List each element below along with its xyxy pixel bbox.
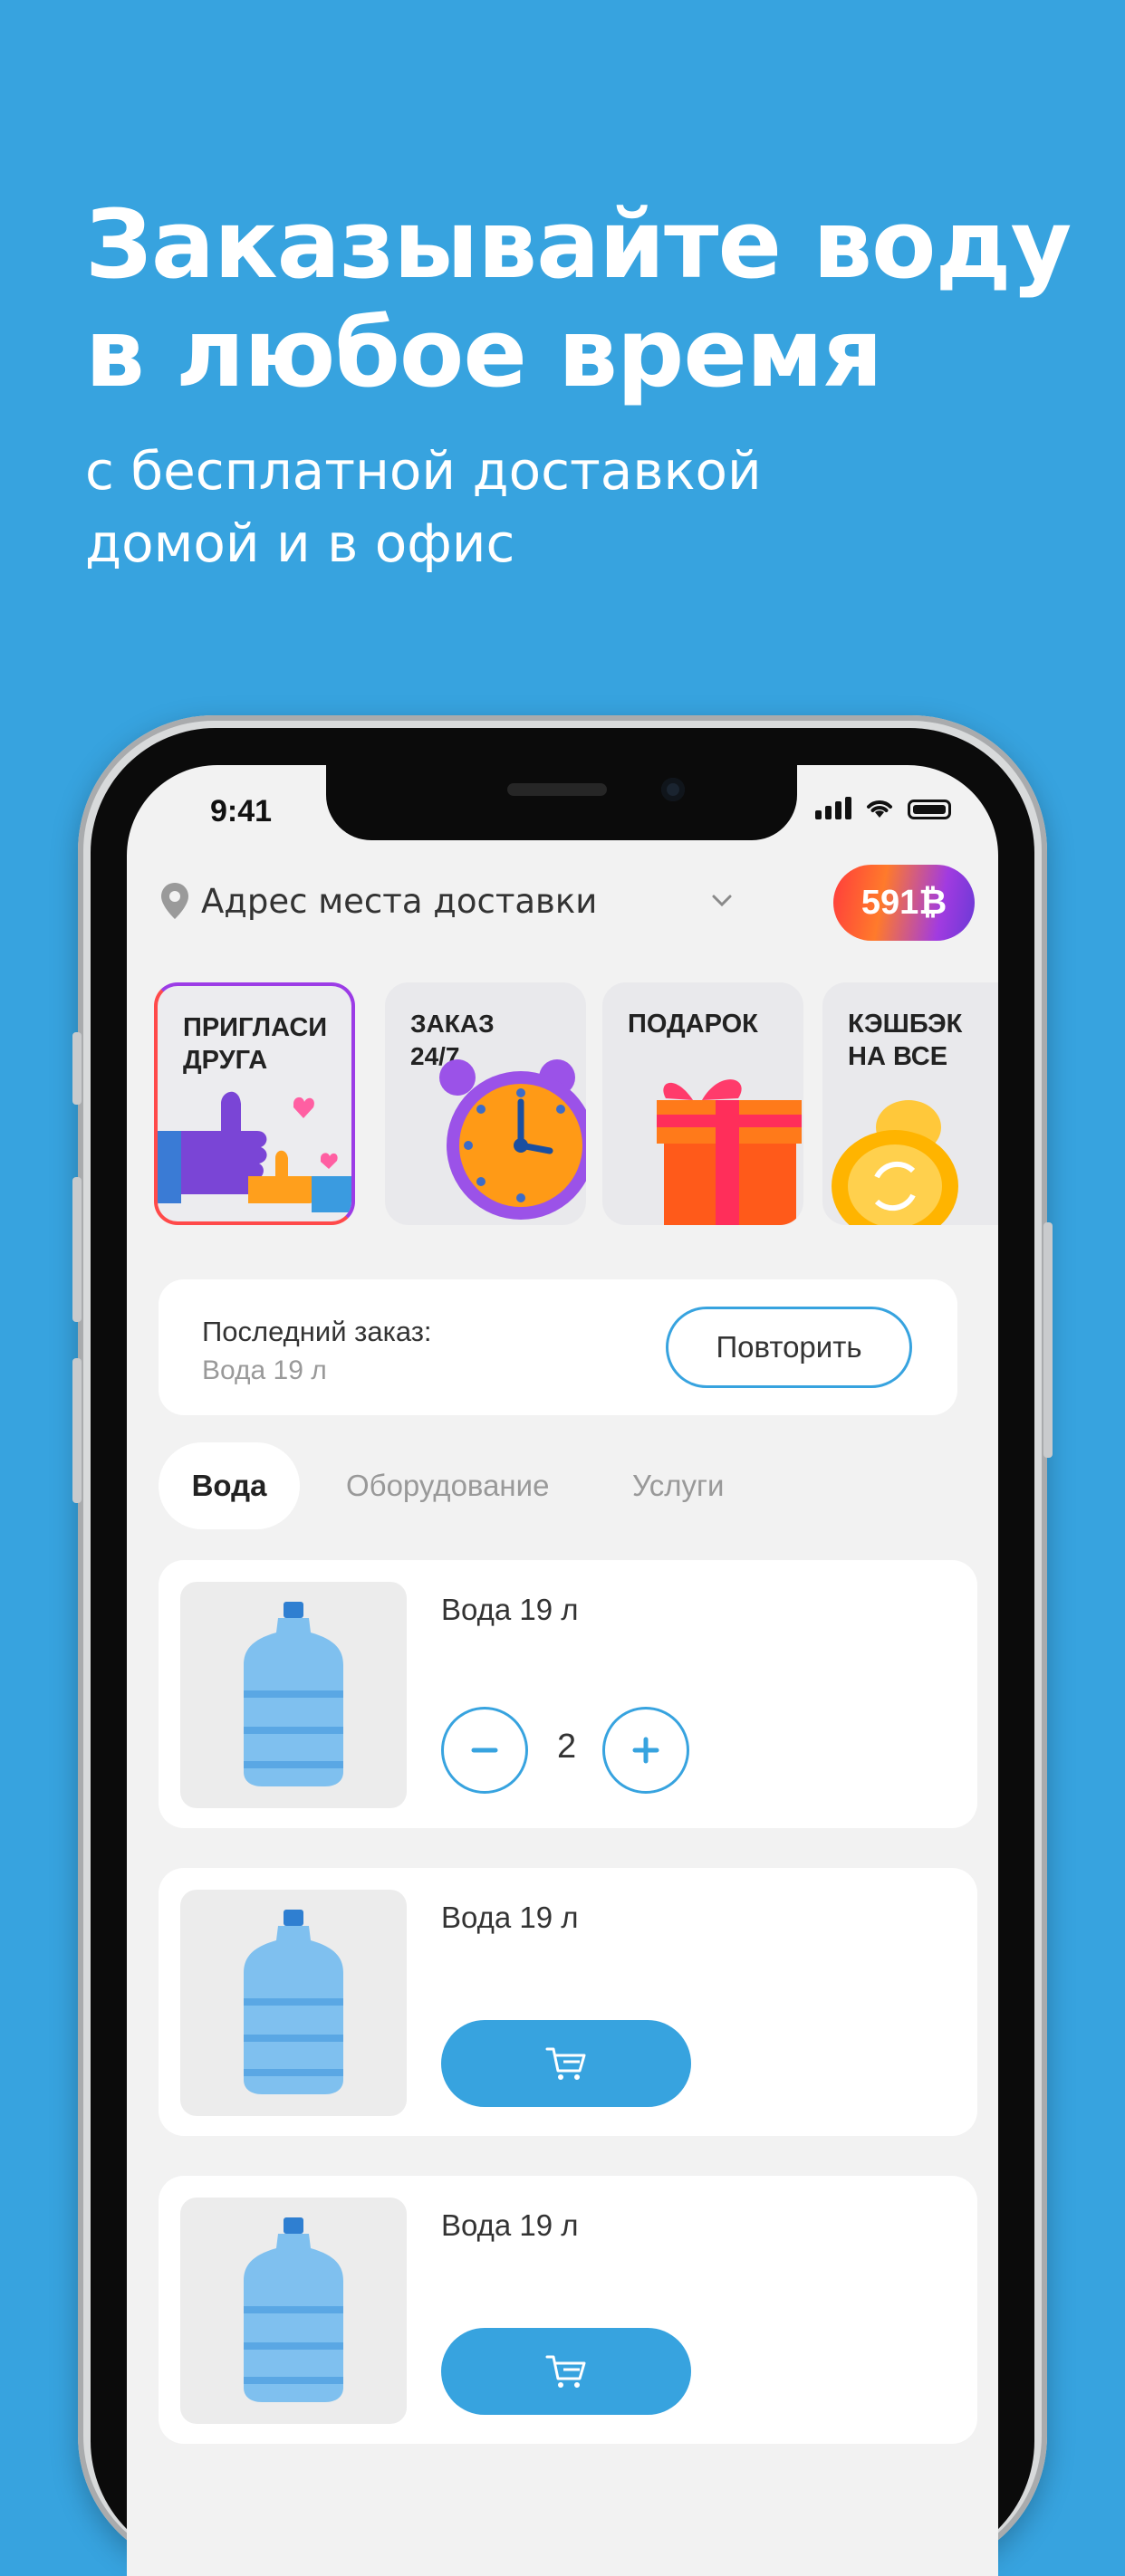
chevron-down-icon[interactable] — [707, 885, 737, 915]
coins-icon — [832, 1100, 958, 1225]
front-camera — [661, 778, 685, 801]
cart-icon — [545, 2355, 586, 2388]
product-card[interactable]: Вода 19 л — [159, 2176, 977, 2444]
gift-box-icon — [657, 1079, 802, 1225]
story-label: КЭШБЭК НА ВСЕ — [848, 1008, 962, 1073]
subline-line-1: с бесплатной доставкой — [85, 440, 762, 502]
story-label-line: ЗАКАЗ — [410, 1010, 495, 1038]
app-screen: 9:41 Адрес места доставки 591₿ ПРИГЛАСИ … — [127, 765, 998, 2576]
quantity-value: 2 — [557, 1728, 577, 1766]
story-label-line: ПОДАРОК — [628, 1010, 758, 1039]
status-time: 9:41 — [210, 794, 273, 828]
location-pin-icon — [161, 883, 188, 919]
product-name: Вода 19 л — [441, 1901, 579, 1934]
story-label-line: КЭШБЭК — [848, 1010, 963, 1039]
product-image — [180, 1890, 407, 2116]
volume-up-button — [72, 1177, 82, 1322]
water-bottle-icon — [244, 2217, 343, 2402]
cart-icon — [545, 2047, 586, 2080]
promo-headline: Заказывайте воду в любое время — [85, 190, 1082, 407]
tab-water[interactable]: Вода — [159, 1442, 300, 1529]
plus-icon — [632, 1737, 659, 1764]
add-to-cart-button[interactable] — [441, 2020, 691, 2107]
alarm-clock-icon — [439, 1059, 586, 1220]
story-label-line: ПРИГЛАСИ — [183, 1013, 328, 1042]
product-image — [180, 1582, 407, 1808]
wifi-icon — [867, 800, 892, 818]
cellular-signal-icon — [815, 797, 851, 819]
product-card[interactable]: Вода 19 л — [159, 1868, 977, 2136]
product-card[interactable]: Вода 19 л 2 — [159, 1560, 977, 1828]
tab-services[interactable]: Услуги — [632, 1442, 724, 1529]
add-to-cart-button[interactable] — [441, 2328, 691, 2415]
story-label: ПОДАРОК — [628, 1008, 758, 1040]
headline-line-2: в любое время — [85, 298, 883, 408]
last-order-item: Вода 19 л — [202, 1355, 327, 1385]
volume-down-button — [72, 1358, 82, 1503]
headline-line-1: Заказывайте воду — [85, 189, 1072, 300]
story-cashback[interactable]: КЭШБЭК НА ВСЕ — [822, 982, 998, 1225]
decrease-quantity-button[interactable] — [441, 1707, 528, 1794]
story-invite-friend[interactable]: ПРИГЛАСИ ДРУГА — [154, 982, 355, 1225]
battery-icon — [908, 800, 951, 819]
product-image — [180, 2198, 407, 2424]
water-bottle-icon — [244, 1602, 343, 1786]
story-label-line: НА ВСЕ — [848, 1042, 948, 1071]
repeat-order-button[interactable]: Повторить — [666, 1307, 912, 1388]
power-button — [1043, 1222, 1053, 1458]
status-icons — [815, 796, 951, 819]
last-order-title: Последний заказ: — [202, 1316, 432, 1347]
increase-quantity-button[interactable] — [602, 1707, 689, 1794]
minus-icon — [471, 1748, 498, 1753]
speaker — [507, 783, 607, 796]
product-name: Вода 19 л — [441, 2208, 579, 2242]
story-order-24-7[interactable]: ЗАКАЗ 24/7 — [385, 982, 586, 1225]
promo-subline: с бесплатной доставкой домой и в офис — [85, 435, 1082, 579]
notch — [326, 765, 797, 840]
address-selector[interactable]: Адрес места доставки — [159, 881, 597, 921]
thumbs-up-icon — [158, 1091, 351, 1212]
story-gift[interactable]: ПОДАРОК — [602, 982, 803, 1225]
address-placeholder: Адрес места доставки — [201, 881, 598, 921]
last-order-card: Последний заказ: Вода 19 л Повторить — [159, 1279, 957, 1415]
water-bottle-icon — [244, 1910, 343, 2094]
bonus-balance-badge[interactable]: 591₿ — [833, 865, 975, 941]
product-name: Вода 19 л — [441, 1593, 579, 1626]
subline-line-2: домой и в офис — [85, 512, 515, 574]
mute-switch — [72, 1032, 82, 1105]
tab-equipment[interactable]: Оборудование — [346, 1442, 549, 1529]
